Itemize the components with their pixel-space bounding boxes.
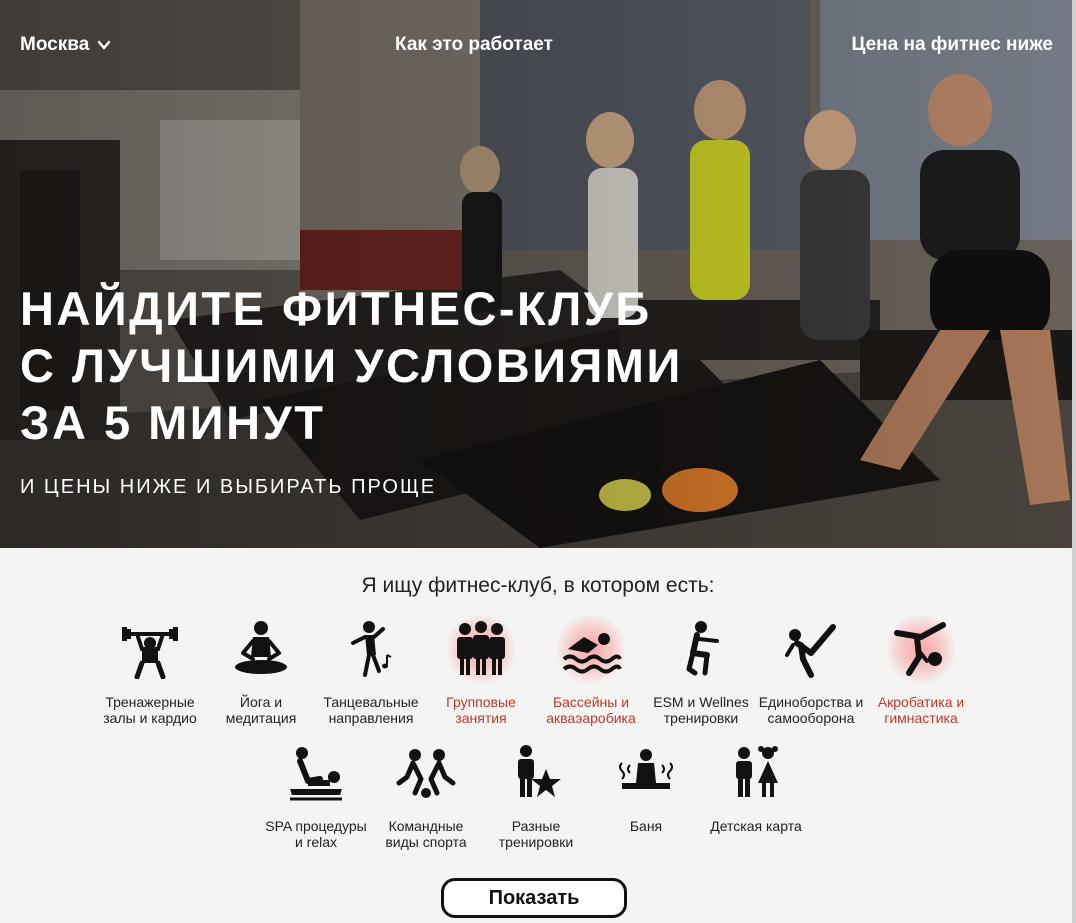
hero-title: НАЙДИТЕ ФИТНЕС-КЛУБ С ЛУЧШИМИ УСЛОВИЯМИ … — [20, 280, 683, 451]
hero-subtitle: И ЦЕНЫ НИЖЕ И ВЫБИРАТЬ ПРОЩЕ — [20, 476, 437, 498]
top-navigation: Москва Как это работает Цена на фитнес н… — [0, 0, 1076, 90]
nav-link-how-it-works[interactable]: Как это работает — [395, 34, 553, 56]
category-label: Командные виды спорта — [385, 818, 467, 850]
category-team-sports[interactable]: Командные виды спорта — [366, 738, 486, 850]
category-spa[interactable]: SPA процедуры и relax — [256, 738, 376, 850]
massage-icon — [281, 738, 351, 808]
category-label: Тренажерные залы и кардио — [103, 694, 197, 726]
hero-title-line: ЗА 5 МИНУТ — [20, 396, 326, 449]
category-sauna[interactable]: Баня — [586, 738, 706, 834]
category-label: ESM и Wellnes тренировки — [653, 694, 749, 726]
category-dance[interactable]: Танцевальные направления — [311, 614, 431, 726]
category-group-classes[interactable]: Групповые занятия — [421, 614, 541, 726]
category-yoga[interactable]: Йога и медитация — [201, 614, 321, 726]
category-label: Групповые занятия — [446, 694, 516, 726]
category-esm-wellness[interactable]: ESM и Wellnes тренировки — [641, 614, 761, 726]
squat-icon — [666, 614, 736, 684]
page-edge — [1072, 0, 1076, 923]
show-button[interactable]: Показать — [441, 878, 627, 918]
category-label: Танцевальные направления — [323, 694, 419, 726]
kids-icon — [721, 738, 791, 808]
category-label: Разные тренировки — [498, 818, 574, 850]
category-pools[interactable]: Бассейны и акваэаробика — [531, 614, 651, 726]
category-martial-arts[interactable]: Единоборства и самооборона — [751, 614, 871, 726]
category-label: Бассейны и акваэаробика — [546, 694, 636, 726]
category-acrobatics[interactable]: Акробатика и гимнастика — [861, 614, 981, 726]
group-icon — [446, 614, 516, 684]
filter-heading: Я ищу фитнес-клуб, в котором есть: — [361, 574, 715, 597]
hero-title-line: НАЙДИТЕ ФИТНЕС-КЛУБ — [20, 282, 652, 335]
sauna-icon — [611, 738, 681, 808]
category-label: SPA процедуры и relax — [265, 818, 367, 850]
city-selector[interactable]: Москва — [20, 34, 111, 56]
yoga-icon — [226, 614, 296, 684]
hero-banner: Москва Как это работает Цена на фитнес н… — [0, 0, 1076, 548]
category-kids-card[interactable]: Детская карта — [696, 738, 816, 834]
weightlifter-icon — [115, 614, 185, 684]
hero-title-line: С ЛУЧШИМИ УСЛОВИЯМИ — [20, 339, 683, 392]
category-label: Единоборства и самооборона — [758, 694, 864, 726]
dancer-icon — [336, 614, 406, 684]
category-label: Детская карта — [710, 818, 802, 834]
category-label: Акробатика и гимнастика — [877, 694, 965, 726]
trainer-star-icon — [501, 738, 571, 808]
category-various-training[interactable]: Разные тренировки — [476, 738, 596, 850]
nav-link-price[interactable]: Цена на фитнес ниже — [851, 34, 1053, 56]
category-label: Йога и медитация — [225, 694, 297, 726]
category-label: Баня — [629, 818, 663, 834]
gymnast-icon — [886, 614, 956, 684]
category-gym-cardio[interactable]: Тренажерные залы и кардио — [90, 614, 210, 726]
team-sport-icon — [391, 738, 461, 808]
chevron-down-icon — [98, 40, 111, 50]
city-label: Москва — [20, 34, 90, 55]
swimmer-icon — [556, 614, 626, 684]
martial-arts-icon — [776, 614, 846, 684]
